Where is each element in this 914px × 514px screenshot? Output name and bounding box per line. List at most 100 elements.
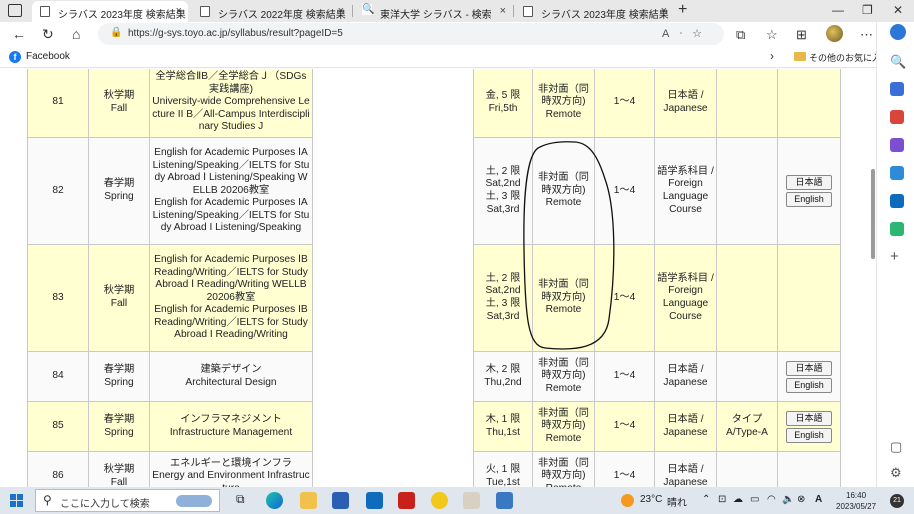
add-icon[interactable]: + — [890, 248, 899, 265]
row-number: 84 — [27, 351, 89, 402]
notification-badge[interactable]: 21 — [890, 494, 904, 508]
office-icon[interactable] — [890, 166, 904, 180]
home-icon[interactable]: ⌂ — [72, 26, 80, 42]
favorite-facebook[interactable]: Facebook — [26, 51, 70, 62]
language-cell: 語学系科目 / Foreign Language Course — [654, 137, 717, 245]
chevron-up-icon[interactable]: ⌃ — [702, 494, 710, 505]
minimize-icon[interactable]: — — [832, 3, 844, 17]
battery-icon[interactable]: ▭ — [750, 494, 759, 505]
collections-icon[interactable]: ⊞ — [796, 27, 807, 43]
close-tab-icon[interactable]: × — [176, 5, 182, 17]
view-japanese-button[interactable]: 日本語 — [786, 410, 832, 426]
games-icon[interactable] — [890, 138, 904, 152]
tab-syllabus-2023-active[interactable]: シラバス 2023年度 検索結果 × — [32, 1, 188, 22]
period-line: 土, 3 限 — [485, 191, 521, 202]
view-japanese-button[interactable]: 日本語 — [786, 175, 832, 190]
volume-icon[interactable]: 🔈 — [782, 494, 794, 505]
checklist-icon[interactable] — [431, 492, 448, 509]
type-text: タイプA/Type-A — [726, 413, 768, 438]
view-english-button[interactable]: English — [786, 377, 832, 393]
term-ja: 秋学期 — [103, 285, 135, 297]
network-icon[interactable]: ⊡ — [718, 494, 726, 505]
clock[interactable]: 16:40 2023/05/27 — [836, 490, 876, 512]
class-mode-line: 時双方向) — [541, 420, 586, 432]
favorites-icon[interactable]: ☆ — [766, 27, 778, 43]
class-mode-line: Remote — [545, 432, 582, 444]
target-year-cell: 1〜4 — [594, 137, 655, 245]
temperature[interactable]: 23°C — [640, 494, 662, 505]
period-cell: 土, 2 限 Sat,2nd 土, 3 限 Sat,3rd — [473, 137, 533, 245]
syllabus-buttons-cell: 日本語 English — [777, 351, 841, 402]
class-mode-cell: 非対面（同時双方向)Remote — [532, 451, 595, 487]
search-icon[interactable]: 🔍 — [890, 54, 906, 70]
class-mode-line: 非対面（同 — [538, 407, 589, 419]
edge-icon[interactable] — [266, 492, 283, 509]
row-number: 85 — [27, 401, 89, 452]
tab-title: シラバス 2023年度 検索結果 — [541, 10, 669, 21]
paint-icon[interactable] — [463, 492, 480, 509]
tab-syllabus-2023[interactable]: シラバス 2023年度 検索結果 × — [515, 1, 673, 22]
chevron-right-icon[interactable]: › — [770, 49, 774, 63]
target-year-cell: 1〜4 — [594, 69, 655, 138]
windows-start-icon[interactable] — [10, 494, 23, 507]
task-view-icon[interactable]: ⧉ — [236, 492, 245, 507]
ime-indicator[interactable]: A — [815, 494, 822, 505]
term-ja: 秋学期 — [103, 463, 135, 475]
weather-status[interactable]: 晴れ — [667, 494, 687, 509]
url-text[interactable]: https://g-sys.toyo.ac.jp/syllabus/result… — [128, 28, 343, 39]
view-english-button[interactable]: English — [786, 427, 832, 443]
outlook-icon[interactable] — [366, 492, 383, 509]
class-mode-line: 非対面（同 — [538, 357, 589, 369]
drop-icon[interactable] — [890, 222, 904, 236]
tools-icon[interactable] — [890, 110, 904, 124]
blank-overlay-panel — [313, 69, 473, 487]
acrobat-icon[interactable] — [398, 492, 415, 509]
extensions-icon[interactable]: ⧉ — [736, 27, 745, 43]
read-aloud-icon[interactable]: Aᐧ☆ — [662, 27, 712, 40]
outlook-icon[interactable] — [890, 194, 904, 208]
scrollbar-thumb[interactable] — [871, 169, 875, 259]
tab-syllabus-2022[interactable]: シラバス 2022年度 検索結果 × — [192, 1, 350, 22]
weather-sun-icon — [621, 494, 634, 507]
period-cell: 金, 5 限 Fri,5th — [473, 69, 533, 138]
restore-icon[interactable]: ❐ — [862, 3, 873, 17]
row-number-text: 81 — [52, 96, 64, 108]
close-window-icon[interactable]: ✕ — [893, 3, 903, 17]
profile-avatar[interactable] — [826, 25, 843, 42]
view-japanese-button[interactable]: 日本語 — [786, 360, 832, 376]
term-en: Spring — [104, 191, 134, 202]
back-arrow-icon[interactable]: ← — [12, 26, 26, 42]
bing-icon[interactable] — [890, 24, 906, 40]
type-cell — [716, 351, 778, 402]
page-favicon-icon — [40, 6, 50, 17]
sidebar-toggle-icon[interactable]: ▢ — [890, 439, 902, 455]
settings-icon[interactable]: ⚙ — [890, 465, 902, 481]
word-icon[interactable] — [332, 492, 349, 509]
navigation-bar: ← ↻ ⌂ 🔒 https://g-sys.toyo.ac.jp/syllabu… — [0, 22, 914, 46]
address-bar[interactable]: 🔒 https://g-sys.toyo.ac.jp/syllabus/resu… — [98, 23, 724, 45]
close-tab-icon[interactable]: × — [500, 5, 506, 17]
shopping-tag-icon[interactable] — [890, 82, 904, 96]
view-english-button[interactable]: English — [786, 192, 832, 207]
more-menu-icon[interactable]: ⋯ — [860, 27, 873, 43]
class-mode-line: 非対面（同 — [538, 83, 589, 95]
period-line: Sat,3rd — [486, 203, 520, 215]
mute-icon[interactable]: ⊗ — [797, 494, 805, 505]
tab-search[interactable]: 🔍 東洋大学 シラバス - 検索 × — [354, 1, 512, 22]
photos-icon[interactable] — [496, 492, 513, 509]
row-number: 82 — [27, 137, 89, 245]
period-cell: 木, 1 限 Thu,1st — [473, 401, 533, 452]
term-cell: 春学期 Spring — [88, 351, 150, 402]
tab-title: シラバス 2022年度 検索結果 — [218, 10, 346, 21]
taskbar-search-box[interactable]: ⚲ ここに入力して検索 — [35, 489, 220, 512]
new-tab-button[interactable]: + — [678, 1, 687, 19]
tab-actions-icon[interactable] — [8, 4, 22, 17]
vertical-scrollbar[interactable] — [870, 69, 876, 487]
close-tab-icon[interactable]: × — [661, 5, 667, 17]
refresh-icon[interactable]: ↻ — [42, 26, 54, 43]
period-cell: 火, 1 限 Tue,1st — [473, 451, 533, 487]
wifi-icon[interactable]: ◠ — [767, 494, 776, 505]
close-tab-icon[interactable]: × — [338, 5, 344, 17]
cloud-icon[interactable]: ☁ — [733, 494, 743, 505]
file-explorer-icon[interactable] — [300, 492, 317, 509]
